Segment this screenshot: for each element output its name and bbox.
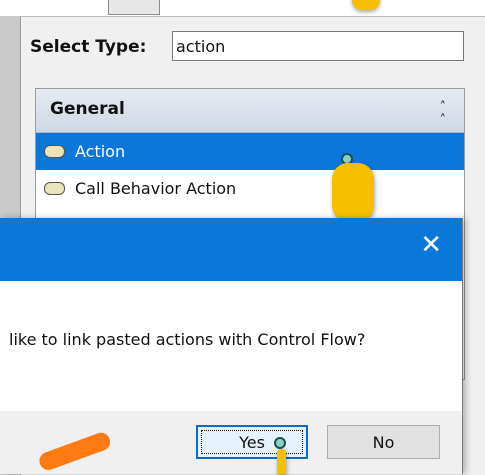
click-indicator	[274, 437, 286, 449]
dialog-titlebar: ✕	[0, 218, 462, 281]
select-type-label: Select Type:	[30, 37, 147, 57]
no-button-label: No	[372, 432, 395, 452]
list-item-action[interactable]: Action	[36, 133, 464, 170]
action-node-icon	[44, 145, 65, 158]
background-window-strip	[0, 0, 485, 16]
select-type-row: Select Type:	[30, 31, 146, 63]
action-node-icon	[44, 182, 65, 195]
no-button[interactable]: No	[327, 425, 440, 459]
list-item-call-behavior-action[interactable]: Call Behavior Action	[36, 170, 464, 207]
group-header-general[interactable]: General ˄ ˄	[36, 89, 464, 133]
double-chevron-up-icon[interactable]: ˄ ˄	[440, 101, 447, 127]
group-title: General	[50, 99, 125, 119]
close-icon[interactable]: ✕	[420, 232, 442, 258]
dialog-message: like to link pasted actions with Control…	[9, 330, 366, 349]
yes-button-label: Yes	[239, 432, 265, 452]
hand-cursor-icon	[332, 163, 374, 223]
yes-button[interactable]: Yes	[196, 425, 308, 459]
hand-cursor-icon	[277, 449, 286, 474]
hand-cursor-icon	[352, 0, 380, 10]
list-item-label: Call Behavior Action	[75, 179, 237, 198]
select-type-input[interactable]	[172, 31, 464, 61]
background-tab	[108, 0, 160, 15]
list-item-label: Action	[75, 142, 126, 161]
